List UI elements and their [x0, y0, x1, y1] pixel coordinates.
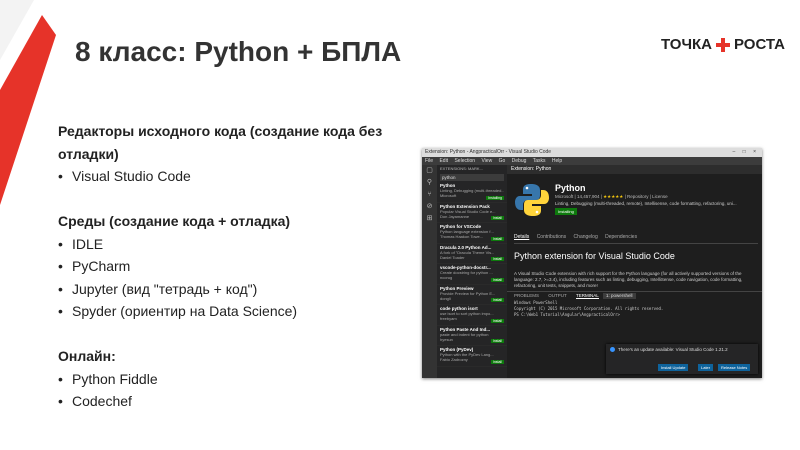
extension-installs: 14,457,904 — [576, 194, 600, 199]
vscode-screenshot: Extension: Python - AngpracticalOrr - Vi… — [422, 148, 762, 378]
list-item: Spyder (ориентир на Data Science) — [58, 300, 418, 323]
install-badge: Install — [490, 216, 504, 220]
install-badge: Install — [490, 298, 504, 302]
tab-contributions: Contributions — [536, 234, 567, 240]
list-item: Python (PyDev) Python with the PyDev Lang… — [437, 346, 507, 367]
extension-description: Linting, Debugging (multi-threaded, remo… — [555, 201, 737, 206]
list-item: Python Linting, Debugging (multi-threaded… — [437, 182, 507, 203]
list-item: Python Paste And Ind... paste and indent … — [437, 326, 507, 346]
list-item: PyCharm — [58, 255, 418, 278]
install-badge: Install — [490, 359, 504, 364]
extension-title: Python — [555, 183, 586, 193]
menu-item: Edit — [439, 158, 449, 164]
menu-item: Selection — [454, 158, 476, 164]
tab-problems: PROBLEMS — [514, 293, 540, 298]
terminal-line: PS C:\Web1 Tutorial\Angular\Angpractical… — [514, 312, 620, 317]
list-item: Jupyter (вид "тетрадь + код") — [58, 278, 418, 301]
menu-item: Go — [498, 158, 506, 164]
red-corner-decoration — [0, 0, 56, 205]
logo-plus-icon — [715, 37, 730, 52]
install-badge: Install — [490, 339, 504, 343]
extensions-sidebar: EXTENSIONS: MARK... python Python Linting… — [437, 165, 507, 378]
logo-text-left: ТОЧКА — [661, 36, 712, 53]
editor-area: Extension: Python Python Microsoft | 14,… — [507, 165, 762, 378]
menu-item: View — [481, 158, 493, 164]
extension-list: Python Linting, Debugging (multi-threaded… — [437, 182, 507, 367]
slide-title: 8 класс: Python + БПЛА — [75, 36, 402, 67]
tochka-rosta-logo: ТОЧКА РОСТА — [661, 36, 785, 53]
readme-paragraph: A Visual Studio Code extension with rich… — [514, 271, 743, 288]
tab-dependencies: Dependencies — [605, 234, 638, 240]
update-notification: There's an update available: Visual Stud… — [606, 344, 758, 374]
menu-item: Help — [551, 158, 563, 164]
list-item: code python isort use isort to sort pytho… — [437, 305, 507, 326]
notification-text: There's an update available: Visual Stud… — [618, 347, 728, 352]
sidebar-header: EXTENSIONS: MARK... — [440, 166, 483, 171]
ides-heading: Среды (создание кода + отладка) — [58, 213, 291, 229]
install-badge: Install — [490, 236, 504, 241]
editor-tab: Extension: Python — [507, 165, 762, 174]
editors-heading: Редакторы исходного кода (создание кода … — [58, 123, 383, 162]
files-icon: ▢ — [426, 167, 433, 174]
online-heading: Онлайн: — [58, 348, 116, 364]
extension-desc: Popular Visual Studio Code e... — [440, 208, 496, 214]
list-item: IDLE — [58, 233, 418, 256]
window-title: Extension: Python - AngpracticalOrr - Vi… — [425, 149, 552, 155]
tab-terminal: TERMINAL — [575, 293, 599, 299]
extension-links: Repository | License — [626, 194, 668, 199]
installing-badge: Installing — [555, 208, 577, 215]
detail-tabs: Details Contributions Changelog Dependen… — [514, 234, 643, 240]
list-item: Dracula 2.0 Python Ad... A fork of "Dracu… — [437, 244, 507, 264]
list-item: Python Preview Provide Preview for Python… — [437, 285, 507, 305]
tab-details: Details — [514, 234, 530, 240]
later-button: Later — [698, 364, 714, 371]
extensions-icon: ⊞ — [426, 215, 433, 222]
debug-icon: ⊘ — [426, 203, 433, 210]
list-item: Python Extension Pack Popular Visual Stud… — [437, 203, 507, 223]
window-titlebar: Extension: Python - AngpracticalOrr - Vi… — [422, 148, 762, 157]
logo-text-right: РОСТА — [733, 36, 785, 53]
list-item: Python for VSCode Python language extensi… — [437, 223, 507, 244]
terminal-panel: PROBLEMS OUTPUT TERMINAL ... 1: powershe… — [507, 291, 762, 378]
source-control-icon: ⑂ — [427, 191, 432, 198]
extension-desc: Provide Preview for Python E... — [440, 290, 496, 296]
terminal-select: 1: powershell — [603, 293, 636, 299]
terminal-tabs: PROBLEMS OUTPUT TERMINAL ... 1: powershe… — [507, 292, 762, 300]
menu-item: Debug — [511, 158, 527, 164]
install-badge: Install — [490, 257, 504, 261]
readme-heading: Python extension for Visual Studio Code — [514, 251, 675, 261]
list-item: Python Fiddle — [58, 368, 418, 391]
list-item: Codechef — [58, 390, 418, 413]
extension-meta: Microsoft | 14,457,904 | ★★★★★ | Reposit… — [555, 194, 668, 199]
install-badge: Install — [490, 318, 504, 323]
release-notes-button: Release Notes — [718, 364, 751, 371]
rating-stars: ★★★★★ — [603, 194, 624, 199]
search-icon: ⚲ — [426, 179, 433, 186]
activity-bar: ▢ ⚲ ⑂ ⊘ ⊞ — [422, 165, 437, 378]
menu-bar: File Edit Selection View Go Debug Tasks … — [422, 157, 762, 165]
menu-item: Tasks — [532, 158, 546, 164]
window-controls: – □ × — [732, 149, 759, 155]
extension-publisher: Microsoft — [555, 194, 574, 199]
python-logo-icon — [515, 184, 549, 216]
install-badge: Install — [490, 277, 504, 282]
extension-search-input: python — [440, 174, 504, 181]
tab-output: OUTPUT — [548, 293, 567, 298]
menu-item: File — [425, 158, 434, 164]
extension-desc: A fork of "Dracula Theme Vis... — [440, 249, 495, 255]
install-update-button: Install Update — [658, 364, 689, 371]
list-item: vscode-python-docstr... Create docstring … — [437, 264, 507, 285]
tab-changelog: Changelog — [573, 234, 598, 240]
info-icon — [610, 347, 615, 353]
slide-content: Редакторы исходного кода (создание кода … — [58, 120, 418, 413]
list-item: Visual Studio Code — [58, 165, 418, 188]
install-badge: Installing — [486, 195, 504, 200]
